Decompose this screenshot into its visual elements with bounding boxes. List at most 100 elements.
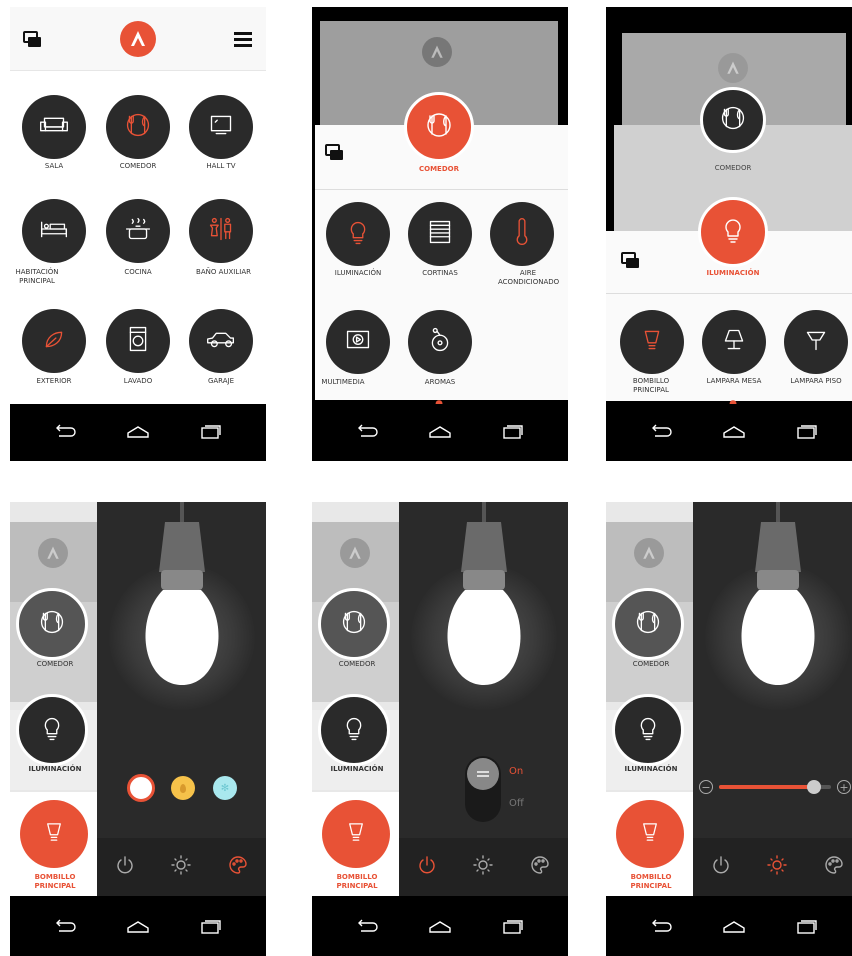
recents-icon[interactable]: [499, 918, 525, 938]
screen-detail-power: COMEDOR ILUMINACIÓN BOMBILLO PRINCIPAL O…: [312, 502, 568, 956]
screen-rooms: SALA COMEDOR HALL TV HABITACIÓN PRINCIPA…: [10, 7, 266, 461]
sidebar-stack: COMEDOR ILUMINACIÓN BOMBILLO PRINCIPAL: [10, 502, 102, 896]
home-icon[interactable]: [125, 918, 151, 938]
back-icon[interactable]: [53, 918, 79, 938]
home-icon[interactable]: [427, 423, 453, 443]
room-hall-tv[interactable]: [189, 95, 253, 159]
recents-icon[interactable]: [197, 918, 223, 938]
room-comedor[interactable]: [106, 95, 170, 159]
device-lampara-mesa[interactable]: [702, 310, 766, 374]
bulb-pane: − +: [693, 502, 852, 842]
palette-tab-icon[interactable]: [227, 854, 249, 880]
power-tab-icon[interactable]: [710, 854, 732, 880]
device-label-1: BOMBILLO: [34, 873, 76, 881]
home-icon[interactable]: [721, 423, 747, 443]
bulb-small-icon: [338, 814, 374, 854]
color-white-option[interactable]: [127, 774, 155, 802]
snowflake-icon: ✻: [220, 782, 230, 794]
room-label: EXTERIOR: [36, 377, 72, 385]
room-garaje[interactable]: [189, 309, 253, 373]
back-icon[interactable]: [649, 423, 675, 443]
screen-detail-brightness: COMEDOR ILUMINACIÓN BOMBILLO PRINCIPAL −…: [606, 502, 852, 956]
color-cool-option[interactable]: ✻: [213, 776, 237, 800]
divider: [606, 293, 852, 294]
sofa-icon: [35, 106, 73, 148]
room-badge[interactable]: [16, 588, 88, 660]
recents-icon[interactable]: [197, 423, 223, 443]
color-warm-option[interactable]: [171, 776, 195, 800]
power-toggle[interactable]: [465, 756, 501, 822]
bulb-icon: [713, 210, 753, 254]
category-multimedia[interactable]: [326, 310, 390, 374]
power-tab-icon[interactable]: [416, 854, 438, 880]
device-badge[interactable]: [322, 800, 390, 868]
category-label: AROMAS: [424, 378, 456, 386]
device-lampara-piso[interactable]: [784, 310, 848, 374]
recents-icon[interactable]: [793, 423, 819, 443]
device-badge[interactable]: [20, 800, 88, 868]
category-label: AIRE ACONDICIONADO: [498, 269, 560, 286]
device-badge[interactable]: [616, 800, 684, 868]
recents-icon[interactable]: [499, 423, 525, 443]
back-icon[interactable]: [649, 918, 675, 938]
room-bano[interactable]: [189, 199, 253, 263]
palette-tab-icon[interactable]: [823, 854, 845, 880]
back-icon[interactable]: [53, 423, 79, 443]
rooms-switch-icon[interactable]: [324, 143, 346, 167]
room-label: COMEDOR: [632, 660, 670, 668]
back-icon[interactable]: [355, 918, 381, 938]
category-badge[interactable]: [16, 694, 88, 766]
room-exterior[interactable]: [22, 309, 86, 373]
room-habitacion[interactable]: [22, 199, 86, 263]
category-aromas[interactable]: [408, 310, 472, 374]
back-icon[interactable]: [355, 423, 381, 443]
room-badge[interactable]: [318, 588, 390, 660]
device-label: BOMBILLO PRINCIPAL: [632, 377, 670, 394]
sidebar-stack: COMEDOR ILUMINACIÓN BOMBILLO PRINCIPAL: [606, 502, 698, 896]
brightness-tab-icon[interactable]: [766, 854, 788, 880]
category-cortinas[interactable]: [408, 202, 472, 266]
room-badge[interactable]: [612, 588, 684, 660]
brightness-minus-button[interactable]: −: [699, 780, 713, 794]
bulb-pane: ✻: [97, 502, 266, 842]
device-bombillo[interactable]: [620, 310, 684, 374]
category-badge[interactable]: [612, 694, 684, 766]
bulb-icon: [339, 213, 377, 255]
tv-icon: [202, 106, 240, 148]
washer-icon: [119, 320, 157, 362]
palette-tab-icon[interactable]: [529, 854, 551, 880]
room-cocina[interactable]: [106, 199, 170, 263]
rooms-switch-icon[interactable]: [620, 251, 642, 275]
toggle-off-label: Off: [509, 798, 524, 809]
brightness-plus-button[interactable]: +: [837, 780, 851, 794]
brightness-tab-icon[interactable]: [170, 854, 192, 880]
active-room-badge[interactable]: [404, 92, 474, 162]
bulb-small-icon: [36, 814, 72, 854]
category-aire[interactable]: [490, 202, 554, 266]
brightness-knob[interactable]: [807, 780, 822, 794]
control-tabs: [693, 838, 852, 896]
floor-lamp-icon: [797, 321, 835, 363]
rooms-switch-icon[interactable]: [22, 30, 44, 54]
android-nav-bar: [606, 404, 852, 461]
room-sala[interactable]: [22, 95, 86, 159]
room-lavado[interactable]: [106, 309, 170, 373]
home-icon[interactable]: [721, 918, 747, 938]
brightness-tab-icon[interactable]: [472, 854, 494, 880]
app-logo: [120, 21, 156, 57]
brightness-slider[interactable]: [719, 780, 831, 794]
device-label-2: PRINCIPAL: [630, 882, 672, 890]
home-icon[interactable]: [125, 423, 151, 443]
room-label: SALA: [44, 162, 64, 170]
room-badge[interactable]: [700, 87, 766, 153]
recents-icon[interactable]: [793, 918, 819, 938]
home-icon[interactable]: [427, 918, 453, 938]
car-icon: [202, 320, 240, 362]
menu-icon[interactable]: [234, 32, 254, 52]
category-badge[interactable]: [318, 694, 390, 766]
power-tab-icon[interactable]: [114, 854, 136, 880]
category-iluminacion[interactable]: [326, 202, 390, 266]
sidebar-stack: COMEDOR ILUMINACIÓN BOMBILLO PRINCIPAL: [312, 502, 404, 896]
bulb-icon: [629, 709, 667, 751]
active-category-badge[interactable]: [698, 197, 768, 267]
